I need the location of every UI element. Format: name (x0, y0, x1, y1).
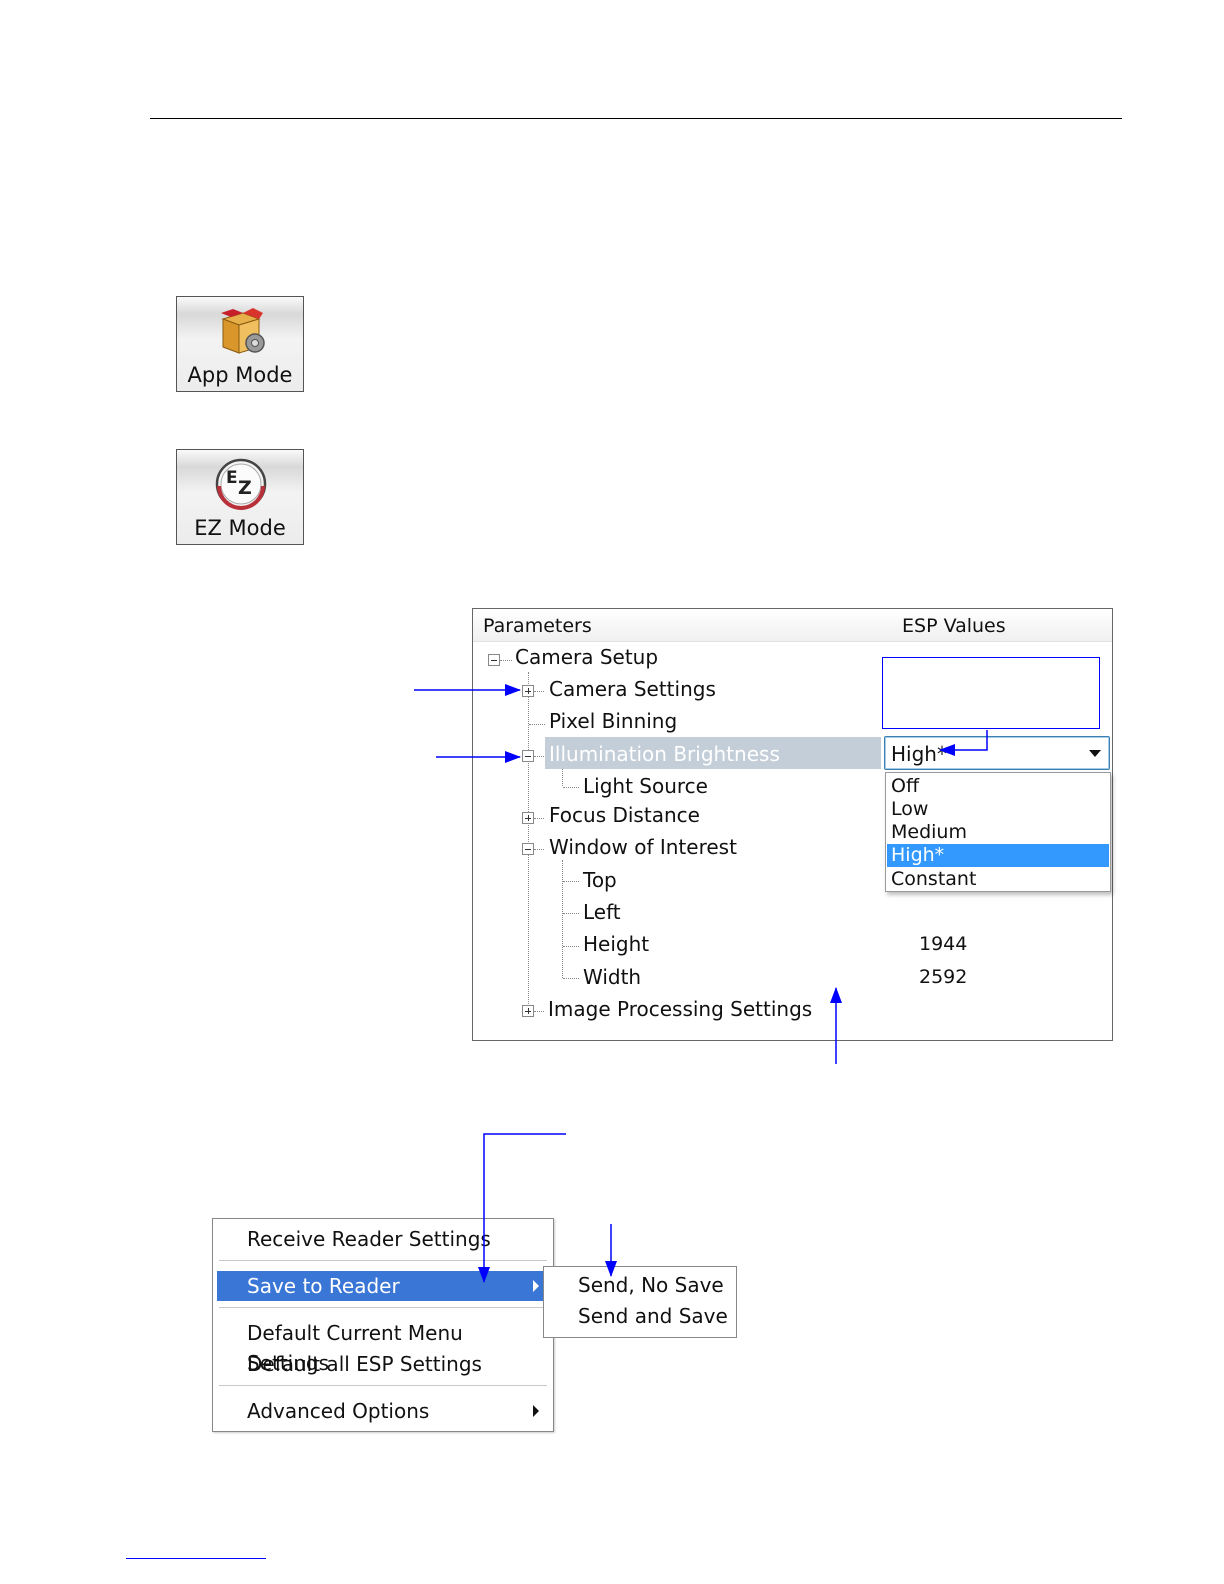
submenu-item-send-and-save[interactable]: Send and Save (578, 1304, 728, 1328)
tree-connector (534, 818, 544, 819)
tree-item-top[interactable]: Top (583, 868, 617, 892)
menu-item-label: Advanced Options (247, 1399, 430, 1423)
tree-connector (563, 978, 579, 979)
collapse-icon[interactable] (522, 750, 534, 762)
dropdown-option-constant[interactable]: Constant (887, 868, 1109, 891)
menu-item-default-all-esp-settings[interactable]: Default all ESP Settings (217, 1349, 549, 1379)
svg-text:Z: Z (238, 477, 252, 499)
tree-connector (563, 913, 579, 914)
menu-item-receive-reader-settings[interactable]: Receive Reader Settings (217, 1224, 549, 1254)
box-gear-icon (221, 308, 265, 354)
tree-item-width[interactable]: Width (583, 965, 641, 989)
dropdown-option-low[interactable]: Low (887, 798, 1109, 821)
tree-item-light-source[interactable]: Light Source (583, 774, 708, 798)
menu-item-label: Default all ESP Settings (247, 1352, 482, 1376)
expand-icon[interactable] (522, 1005, 534, 1017)
menu-separator (219, 1307, 547, 1309)
menu-item-default-current-menu-settings[interactable]: Default Current Menu Settings (217, 1318, 549, 1375)
header-rule (150, 118, 1122, 119)
tree-connector (534, 691, 544, 692)
combo-selected-value: High* (891, 742, 947, 766)
ez-mode-label: EZ Mode (194, 516, 286, 540)
tree-header: Parameters ESP Values (473, 609, 1112, 642)
svg-text:E: E (226, 468, 238, 488)
tree-connector (563, 787, 579, 788)
width-value[interactable]: 2592 (919, 966, 967, 988)
tree-item-focus-distance[interactable]: Focus Distance (549, 803, 700, 827)
expand-icon[interactable] (522, 685, 534, 697)
menu-item-save-to-reader[interactable]: Save to Reader (217, 1271, 549, 1301)
context-menu: Receive Reader Settings Save to Reader D… (212, 1218, 554, 1432)
app-mode-label: App Mode (187, 363, 293, 387)
illumination-combo[interactable]: High* (884, 736, 1110, 770)
tree-connector (563, 881, 579, 882)
menu-item-advanced-options[interactable]: Advanced Options (217, 1396, 549, 1426)
parameters-column-header[interactable]: Parameters (483, 615, 592, 637)
tree-connector (534, 756, 544, 757)
expand-icon[interactable] (522, 812, 534, 824)
footer-link-rule (126, 1558, 266, 1559)
ez-icon: E Z (215, 458, 267, 510)
tree-connector (563, 946, 579, 947)
app-mode-button[interactable]: App Mode (176, 296, 304, 392)
tree-item-pixel-binning[interactable]: Pixel Binning (549, 709, 677, 733)
dropdown-option-high[interactable]: High* (887, 844, 1109, 867)
illumination-dropdown-list: Off Low Medium High* Constant (885, 772, 1111, 892)
submenu-arrow-icon (533, 1280, 539, 1292)
tree-connector (562, 860, 563, 978)
ez-mode-button[interactable]: E Z EZ Mode (176, 449, 304, 545)
chevron-down-icon[interactable] (1089, 750, 1101, 757)
save-to-reader-submenu: Send, No Save Send and Save (543, 1266, 737, 1338)
tree-connector (528, 672, 529, 1012)
collapse-icon[interactable] (488, 654, 500, 666)
submenu-arrow-icon (533, 1405, 539, 1417)
tree-item-camera-setup[interactable]: Camera Setup (515, 645, 658, 669)
tree-connector (500, 660, 512, 661)
dropdown-option-off[interactable]: Off (887, 775, 1109, 798)
menu-item-label: Receive Reader Settings (247, 1227, 491, 1251)
esp-values-column-header[interactable]: ESP Values (902, 615, 1006, 637)
callout-box (882, 657, 1100, 729)
tree-item-illumination-brightness[interactable]: Illumination Brightness (549, 742, 780, 766)
tree-item-image-processing-settings[interactable]: Image Processing Settings (548, 997, 812, 1021)
menu-separator (219, 1385, 547, 1387)
tree-connector (534, 849, 544, 850)
tree-connector (534, 1011, 544, 1012)
height-value[interactable]: 1944 (919, 933, 967, 955)
tree-item-camera-settings[interactable]: Camera Settings (549, 677, 716, 701)
tree-connector (529, 724, 545, 725)
tree-item-height[interactable]: Height (583, 932, 649, 956)
tree-connector (562, 768, 563, 786)
submenu-item-send-no-save[interactable]: Send, No Save (578, 1273, 724, 1297)
tree-item-left[interactable]: Left (583, 900, 621, 924)
collapse-icon[interactable] (522, 843, 534, 855)
menu-separator (219, 1260, 547, 1262)
menu-item-label: Save to Reader (247, 1274, 400, 1298)
tree-item-window-of-interest[interactable]: Window of Interest (549, 835, 737, 859)
dropdown-option-medium[interactable]: Medium (887, 821, 1109, 844)
